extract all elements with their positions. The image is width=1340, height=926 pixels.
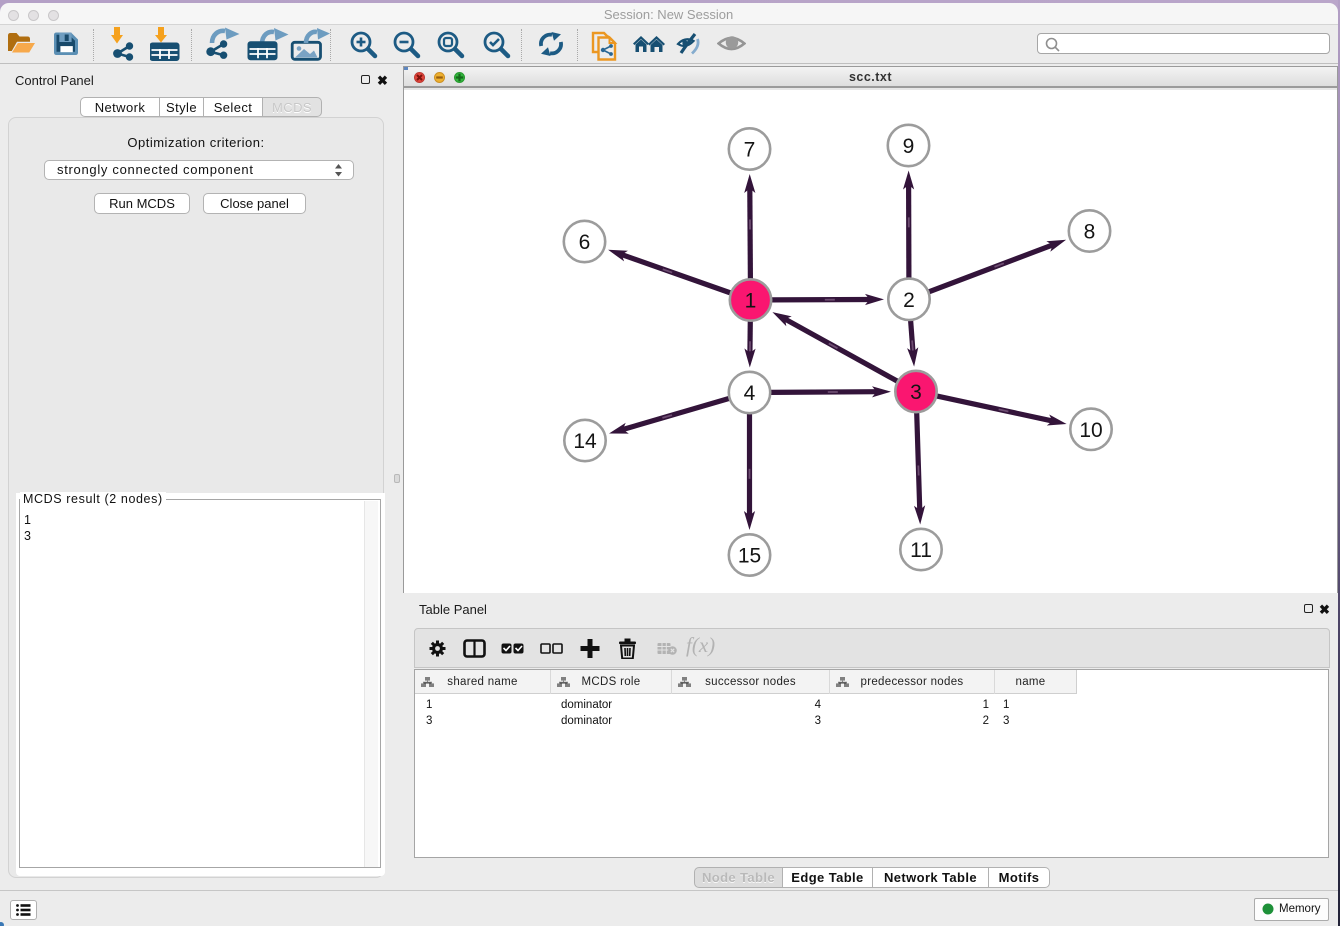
- svg-text:14: 14: [573, 430, 597, 453]
- svg-text:6: 6: [579, 231, 591, 254]
- svg-text:8: 8: [1084, 221, 1096, 244]
- svg-text:3: 3: [910, 381, 922, 404]
- svg-text:15: 15: [738, 545, 761, 568]
- svg-text:9: 9: [903, 135, 915, 158]
- svg-text:1: 1: [745, 290, 757, 313]
- svg-text:2: 2: [903, 289, 915, 312]
- svg-text:7: 7: [744, 139, 756, 162]
- svg-text:10: 10: [1079, 419, 1102, 442]
- svg-text:11: 11: [910, 539, 932, 562]
- svg-text:4: 4: [744, 382, 756, 405]
